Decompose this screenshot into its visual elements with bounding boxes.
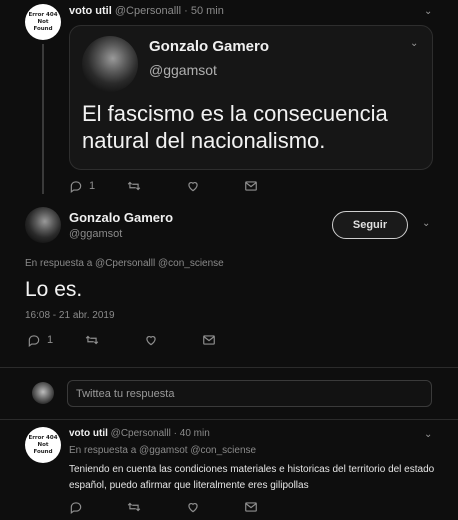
envelope-icon bbox=[203, 335, 215, 345]
quoted-text: El fascismo es la consecuencia natural d… bbox=[82, 101, 388, 153]
retweet-icon bbox=[127, 181, 141, 191]
envelope-icon bbox=[245, 181, 257, 191]
retweet-action[interactable] bbox=[85, 333, 99, 347]
quoted-handle[interactable]: @ggamsot bbox=[149, 62, 217, 78]
retweet-icon bbox=[85, 335, 99, 345]
follow-button[interactable]: Seguir bbox=[332, 211, 408, 239]
divider bbox=[0, 367, 458, 368]
reply-action[interactable]: 1 bbox=[69, 179, 95, 193]
main-author-handle[interactable]: @ggamsot bbox=[69, 228, 122, 240]
own-avatar[interactable] bbox=[32, 382, 54, 404]
heart-icon bbox=[188, 182, 198, 192]
chevron-down-icon[interactable]: ⌄ bbox=[424, 6, 432, 17]
tweet-actions bbox=[69, 500, 269, 516]
main-author-name[interactable]: Gonzalo Gamero bbox=[69, 210, 173, 225]
separator: · bbox=[184, 5, 188, 17]
reply-to-line[interactable]: En respuesta a @ggamsot @con_sciense bbox=[69, 445, 256, 456]
avatar-text-line-2: Found bbox=[33, 448, 53, 455]
main-avatar[interactable] bbox=[25, 207, 61, 243]
heart-icon bbox=[188, 503, 198, 513]
tweet-header: voto util @Cpersonalll · 40 min bbox=[69, 428, 210, 439]
tweet-time[interactable]: 40 min bbox=[180, 428, 210, 439]
message-action[interactable] bbox=[202, 333, 216, 347]
like-action[interactable] bbox=[144, 333, 158, 347]
author-handle[interactable]: @Cpersonalll bbox=[111, 428, 171, 439]
reply-icon bbox=[28, 335, 40, 347]
tweet-actions: 1 bbox=[69, 179, 269, 195]
reply-to-line[interactable]: En respuesta a @Cpersonalll @con_sciense bbox=[25, 258, 224, 269]
avatar-text-line-2: Found bbox=[33, 25, 53, 32]
quoted-name[interactable]: Gonzalo Gamero bbox=[149, 38, 269, 55]
retweet-action[interactable] bbox=[127, 500, 141, 514]
thread-line bbox=[42, 44, 44, 194]
author-name[interactable]: voto util bbox=[69, 5, 112, 17]
reply-input-placeholder: Twittea tu respuesta bbox=[76, 387, 175, 400]
reply-icon bbox=[70, 181, 82, 193]
avatar-voto-util[interactable]: Error 404 Not Found bbox=[25, 4, 61, 40]
reply-count: 1 bbox=[89, 180, 96, 192]
main-tweet-actions: 1 bbox=[27, 333, 227, 349]
heart-icon bbox=[146, 336, 156, 346]
reply-count: 1 bbox=[47, 334, 54, 346]
message-action[interactable] bbox=[244, 179, 258, 193]
avatar-text-line-1: Error 404 Not bbox=[28, 434, 58, 448]
separator: · bbox=[173, 428, 177, 439]
tweet-text: Teniendo en cuenta las condiciones mater… bbox=[69, 464, 435, 491]
reply-action[interactable] bbox=[69, 500, 83, 514]
tweet-time[interactable]: 50 min bbox=[191, 5, 224, 17]
reply-icon bbox=[70, 502, 82, 514]
main-tweet-text: Lo es. bbox=[25, 278, 83, 301]
chevron-down-icon[interactable]: ⌄ bbox=[410, 38, 418, 49]
message-action[interactable] bbox=[244, 500, 258, 514]
retweet-action[interactable] bbox=[127, 179, 141, 193]
retweet-icon bbox=[127, 502, 141, 512]
chevron-down-icon[interactable]: ⌄ bbox=[424, 429, 432, 440]
quoted-avatar[interactable] bbox=[82, 36, 138, 92]
divider bbox=[0, 419, 458, 420]
like-action[interactable] bbox=[186, 500, 200, 514]
reply-action[interactable]: 1 bbox=[27, 333, 53, 347]
avatar-text-line-1: Error 404 Not bbox=[28, 11, 58, 25]
author-handle[interactable]: @Cpersonalll bbox=[115, 5, 181, 17]
chevron-down-icon[interactable]: ⌄ bbox=[422, 218, 430, 229]
avatar-voto-util[interactable]: Error 404 Not Found bbox=[25, 427, 61, 463]
envelope-icon bbox=[245, 502, 257, 512]
tweet-header: voto util @Cpersonalll · 50 min bbox=[69, 5, 224, 17]
like-action[interactable] bbox=[186, 179, 200, 193]
quoted-tweet[interactable]: Gonzalo Gamero @ggamsot ⌄ El fascismo es… bbox=[69, 25, 433, 170]
reply-input[interactable]: Twittea tu respuesta bbox=[67, 380, 432, 407]
tweet-timestamp[interactable]: 16:08 - 21 abr. 2019 bbox=[25, 310, 115, 321]
author-name[interactable]: voto util bbox=[69, 428, 108, 439]
